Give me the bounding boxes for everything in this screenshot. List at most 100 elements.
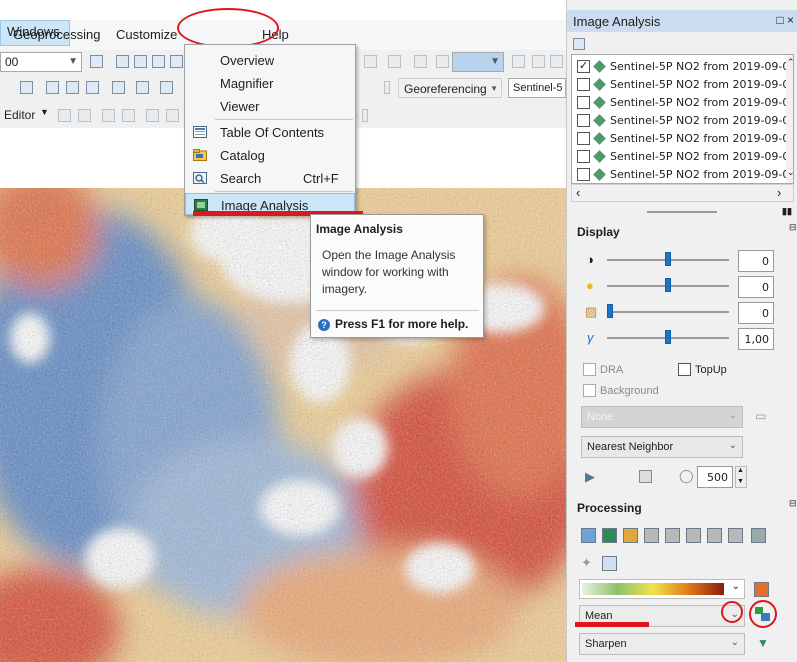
tool-icon[interactable] — [436, 55, 449, 68]
brightness-value[interactable]: 0 — [738, 276, 774, 298]
processing-tool-icon[interactable] — [665, 528, 680, 543]
layer-row[interactable]: Sentinel-5P NO2 from 2019-09-05. — [575, 130, 793, 148]
transparency-value[interactable]: 0 — [738, 302, 774, 324]
stretch-dropdown[interactable]: None ⌄ — [581, 406, 743, 428]
add-data-icon[interactable] — [20, 81, 33, 94]
stepper-up-icon[interactable]: ▲ — [737, 467, 744, 474]
menu-item-table-of-contents[interactable]: Table Of Contents — [185, 121, 355, 143]
flicker-icon[interactable]: ◯ — [679, 468, 694, 484]
layer-checkbox[interactable] — [577, 114, 590, 127]
georeferencing-menu[interactable]: Georeferencing ▼ — [398, 78, 502, 98]
processing-tool-icon[interactable] — [644, 528, 659, 543]
zoom-icon[interactable] — [90, 55, 103, 68]
swipe-icon[interactable]: ▶ — [585, 469, 595, 485]
zoom-to-raster-icon[interactable] — [639, 470, 652, 483]
stepper-down-icon[interactable]: ▼ — [737, 478, 744, 485]
gamma-slider-thumb[interactable] — [665, 330, 671, 344]
processing-section-header[interactable]: Processing ⊟ — [571, 498, 797, 518]
editor-toolbar-icon[interactable] — [116, 55, 129, 68]
tool-icon[interactable] — [66, 81, 79, 94]
layer-checkbox[interactable]: ✓ — [577, 60, 590, 73]
menu-item-magnifier[interactable]: Magnifier — [185, 72, 355, 94]
tool-icon[interactable] — [160, 81, 173, 94]
transparency-slider-track[interactable] — [607, 311, 729, 313]
function-dropdown-2[interactable]: Sharpen ⌄ — [579, 633, 745, 655]
contrast-value[interactable]: 0 — [738, 250, 774, 272]
color-ramp-dropdown[interactable]: ⌄ — [579, 579, 745, 599]
tool-icon[interactable] — [86, 81, 99, 94]
layer-row[interactable]: Sentinel-5P NO2 from 2019-09-06. — [575, 148, 793, 166]
toc-icon[interactable] — [134, 55, 147, 68]
export-icon[interactable] — [751, 528, 766, 543]
chevron-down-icon[interactable]: ⌄ — [787, 167, 793, 178]
menu-help[interactable]: Help — [262, 27, 289, 42]
tool-icon[interactable] — [512, 55, 525, 68]
options-icon[interactable] — [573, 38, 585, 50]
layer-row[interactable]: Sentinel-5P NO2 from 2019-09-04. — [575, 112, 793, 130]
brightness-slider-thumb[interactable] — [665, 278, 671, 292]
toolbar-handle-icon[interactable] — [384, 81, 390, 94]
apply-sharpen-icon[interactable]: ▼ — [757, 636, 769, 650]
processing-tool-icon[interactable] — [602, 556, 617, 571]
menu-item-search[interactable]: Search Ctrl+F — [185, 167, 355, 189]
display-section-header[interactable]: Display ⊟ — [571, 222, 797, 242]
tool-icon[interactable] — [112, 81, 125, 94]
transparency-slider-thumb[interactable] — [607, 304, 613, 318]
chevron-right-icon[interactable]: › — [777, 185, 781, 200]
dra-checkbox[interactable] — [583, 363, 596, 376]
edit-tool-icon[interactable] — [166, 109, 179, 122]
apply-function-icon[interactable] — [755, 607, 771, 621]
layer-checkbox[interactable] — [577, 150, 590, 163]
layer-row[interactable]: Sentinel-5P NO2 from 2019-09-07. — [575, 166, 793, 183]
flicker-rate-stepper[interactable]: ▲ ▼ — [735, 466, 747, 488]
layer-checkbox[interactable] — [577, 78, 590, 91]
panel-titlebar[interactable]: Image Analysis □ × — [567, 10, 797, 32]
binoculars-icon[interactable] — [46, 81, 59, 94]
edit-tool-icon[interactable] — [102, 109, 115, 122]
scale-combo[interactable]: 00 ▼ — [0, 52, 82, 72]
processing-tool-icon[interactable] — [707, 528, 722, 543]
tool-icon[interactable] — [532, 55, 545, 68]
editor-menu[interactable]: Editor — [4, 108, 35, 122]
apply-color-ramp-icon[interactable] — [754, 582, 769, 597]
catalog-toolbar-icon[interactable] — [152, 55, 165, 68]
search-toolbar-icon[interactable] — [170, 55, 183, 68]
processing-tool-icon[interactable] — [728, 528, 743, 543]
chevron-up-icon[interactable]: ⌃ — [787, 57, 793, 68]
edit-tool-icon[interactable] — [78, 109, 91, 122]
panel-window-buttons[interactable]: □ × — [776, 13, 794, 27]
menu-item-overview[interactable]: Overview — [185, 49, 355, 71]
layer-row[interactable]: ✓ Sentinel-5P NO2 from 2019-09-01. — [575, 58, 793, 76]
layer-row[interactable]: Sentinel-5P NO2 from 2019-09-02. — [575, 76, 793, 94]
toolbar-handle-icon[interactable] — [362, 109, 368, 122]
menu-item-catalog[interactable]: Catalog — [185, 144, 355, 166]
edit-tool-icon[interactable] — [58, 109, 71, 122]
background-checkbox[interactable] — [583, 384, 596, 397]
processing-tool-icon[interactable]: ✦ — [581, 555, 592, 571]
layer-select-combo[interactable]: ▼ — [452, 52, 504, 72]
splitter-handle[interactable] — [647, 211, 717, 213]
processing-tool-icon[interactable] — [686, 528, 701, 543]
georef-layer-combo[interactable]: Sentinel-5 — [508, 78, 566, 98]
collapse-icon[interactable]: ⊟ — [789, 498, 797, 509]
layer-list-horizontal-scrollbar[interactable]: ‹ › — [571, 184, 794, 202]
layer-checkbox[interactable] — [577, 96, 590, 109]
tool-icon[interactable] — [388, 55, 401, 68]
collapse-icon[interactable]: ⊟ — [789, 222, 797, 233]
edit-tool-icon[interactable] — [146, 109, 159, 122]
contrast-slider-thumb[interactable] — [665, 252, 671, 266]
layer-list-vertical-scrollbar[interactable]: ⌃ ⌄ — [786, 55, 793, 183]
tool-icon[interactable] — [136, 81, 149, 94]
pin-icon[interactable]: ▮▮ — [782, 206, 792, 217]
edit-tool-icon[interactable] — [122, 109, 135, 122]
gamma-value[interactable]: 1,00 — [738, 328, 774, 350]
resampling-dropdown[interactable]: Nearest Neighbor ⌄ — [581, 436, 743, 458]
tool-icon[interactable] — [364, 55, 377, 68]
topup-checkbox[interactable] — [678, 363, 691, 376]
clip-icon[interactable] — [581, 528, 596, 543]
menu-windows[interactable]: Windows — [0, 20, 70, 46]
histogram-icon[interactable]: ▭ — [755, 409, 766, 423]
menu-item-viewer[interactable]: Viewer — [185, 95, 355, 117]
layer-checkbox[interactable] — [577, 168, 590, 181]
tool-icon[interactable] — [550, 55, 563, 68]
